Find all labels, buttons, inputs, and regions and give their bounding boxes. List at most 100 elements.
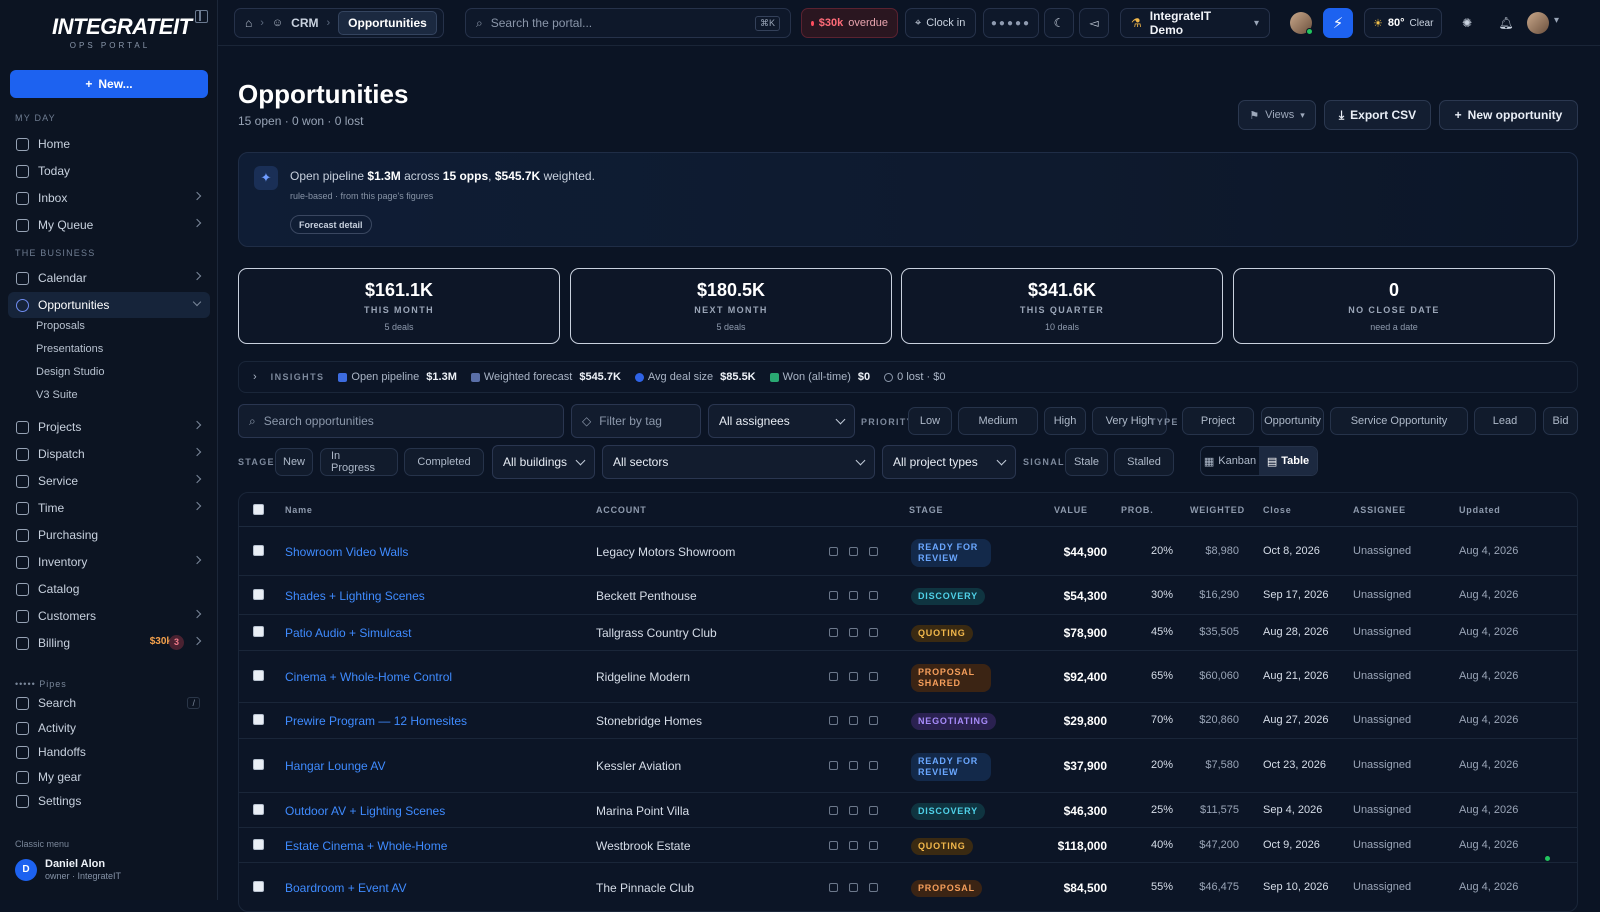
phone-icon[interactable]	[829, 547, 838, 556]
sidebar-item-catalog[interactable]: Catalog	[8, 576, 210, 602]
signal-chip-stalled[interactable]: Stalled	[1114, 448, 1174, 476]
type-chip-opportunity[interactable]: Opportunity	[1261, 407, 1324, 435]
person-icon[interactable]	[869, 761, 878, 770]
phone-icon[interactable]	[829, 883, 838, 892]
breadcrumb-current[interactable]: Opportunities	[338, 11, 437, 35]
account-name[interactable]: Westbrook Estate	[596, 839, 691, 853]
portal-search-input[interactable]: Search the portal...	[491, 16, 592, 30]
table-row[interactable]: Showroom Video Walls Legacy Motors Showro…	[239, 527, 1577, 576]
opportunity-name-link[interactable]: Showroom Video Walls	[285, 545, 408, 559]
account-name[interactable]: Tallgrass Country Club	[596, 626, 717, 640]
stage-chip-completed[interactable]: Completed	[404, 448, 484, 476]
status-dots-button[interactable]: ●●●●●	[983, 8, 1039, 38]
weather-widget[interactable]: ☀ 80° Clear	[1364, 8, 1442, 38]
opportunity-name-link[interactable]: Cinema + Whole-Home Control	[285, 670, 452, 684]
opportunity-name-link[interactable]: Shades + Lighting Scenes	[285, 589, 425, 603]
pipes-link[interactable]: ••••• Pipes	[15, 679, 67, 689]
sidebar-item-inbox[interactable]: Inbox	[8, 185, 210, 211]
moon-icon[interactable]: ☾	[1044, 8, 1074, 38]
assignee[interactable]: Unassigned	[1353, 545, 1411, 557]
sidebar-subitem-proposals[interactable]: Proposals	[36, 320, 85, 332]
bolt-icon[interactable]: ⚡	[1323, 8, 1353, 38]
assignee[interactable]: Unassigned	[1353, 759, 1411, 771]
insights-bar[interactable]: › INSIGHTS Open pipeline $1.3M Weighted f…	[238, 361, 1578, 393]
buildings-select[interactable]: All buildings	[492, 445, 595, 479]
new-button[interactable]: + New...	[10, 70, 208, 98]
select-all-checkbox[interactable]	[253, 504, 264, 515]
sidebar-item-home[interactable]: Home	[8, 131, 210, 157]
person-icon[interactable]	[869, 806, 878, 815]
mail-icon[interactable]	[849, 761, 858, 770]
account-name[interactable]: Beckett Penthouse	[596, 589, 697, 603]
sidebar-item-customers[interactable]: Customers	[8, 603, 210, 629]
team-avatar[interactable]	[1290, 12, 1313, 35]
account-name[interactable]: Legacy Motors Showroom	[596, 545, 735, 559]
mail-icon[interactable]	[849, 806, 858, 815]
assignee[interactable]: Unassigned	[1353, 804, 1411, 816]
bell-icon[interactable]: 🔔︎	[1491, 8, 1521, 38]
mail-icon[interactable]	[849, 547, 858, 556]
opportunity-name-link[interactable]: Estate Cinema + Whole-Home	[285, 839, 447, 853]
table-row[interactable]: Hangar Lounge AV Kessler Aviation READY FO…	[239, 739, 1577, 793]
assignee[interactable]: Unassigned	[1353, 714, 1411, 726]
sidebar-item-time[interactable]: Time	[8, 495, 210, 521]
mail-icon[interactable]	[849, 672, 858, 681]
table-row[interactable]: Estate Cinema + Whole-Home Westbrook Esta…	[239, 828, 1577, 863]
table-row[interactable]: Prewire Program — 12 Homesites Stonebridg…	[239, 703, 1577, 739]
sidebar-item-inventory[interactable]: Inventory	[8, 549, 210, 575]
classic-menu-link[interactable]: Classic menu	[15, 839, 69, 849]
assignee[interactable]: Unassigned	[1353, 589, 1411, 601]
user-menu-avatar[interactable]	[1527, 12, 1549, 34]
row-checkbox[interactable]	[253, 759, 264, 770]
sectors-select[interactable]: All sectors	[602, 445, 875, 479]
home-icon[interactable]: ⌂	[245, 16, 252, 30]
stage-chip-in-progress[interactable]: In Progress	[320, 448, 398, 476]
row-checkbox[interactable]	[253, 804, 264, 815]
signal-chip-stale[interactable]: Stale	[1065, 448, 1108, 476]
stage-chip-new[interactable]: New	[275, 448, 313, 476]
phone-icon[interactable]	[829, 716, 838, 725]
type-chip-project[interactable]: Project	[1182, 407, 1254, 435]
mail-icon[interactable]	[849, 628, 858, 637]
account-name[interactable]: The Pinnacle Club	[596, 881, 694, 895]
priority-chip-high[interactable]: High	[1044, 407, 1086, 435]
account-name[interactable]: Stonebridge Homes	[596, 714, 702, 728]
table-row[interactable]: Shades + Lighting Scenes Beckett Penthous…	[239, 576, 1577, 615]
assignee[interactable]: Unassigned	[1353, 839, 1411, 851]
opportunity-search-input[interactable]: Search opportunities	[264, 414, 374, 428]
person-icon[interactable]	[869, 591, 878, 600]
person-icon[interactable]	[869, 547, 878, 556]
integrateit-logo[interactable]: INTEGRATEIT OPS PORTAL	[52, 14, 192, 54]
sidebar-subitem-design-studio[interactable]: Design Studio	[36, 366, 105, 378]
phone-icon[interactable]	[829, 761, 838, 770]
table-row[interactable]: Boardroom + Event AV The Pinnacle Club PRO…	[239, 863, 1577, 911]
opportunity-name-link[interactable]: Boardroom + Event AV	[285, 881, 407, 895]
sidebar-subitem-v3-suite[interactable]: V3 Suite	[36, 389, 78, 401]
phone-icon[interactable]	[829, 806, 838, 815]
row-checkbox[interactable]	[253, 545, 264, 556]
tag-filter[interactable]: ◇ Filter by tag	[571, 404, 701, 438]
user-profile[interactable]: D Daniel Alon owner · IntegrateIT	[15, 858, 121, 881]
assignee[interactable]: Unassigned	[1353, 670, 1411, 682]
kpi-card-this-quarter[interactable]: $341.6K THIS QUARTER 10 deals	[901, 268, 1223, 344]
sidebar-subitem-presentations[interactable]: Presentations	[36, 343, 103, 355]
opportunity-name-link[interactable]: Hangar Lounge AV	[285, 759, 386, 773]
breadcrumb-crm[interactable]: CRM	[291, 16, 318, 30]
row-checkbox[interactable]	[253, 589, 264, 600]
overdue-badge[interactable]: $30k overdue	[801, 8, 898, 38]
priority-chip-low[interactable]: Low	[908, 407, 952, 435]
table-row[interactable]: Patio Audio + Simulcast Tallgrass Country…	[239, 615, 1577, 651]
sidebar-item-opportunities[interactable]: Opportunities	[8, 292, 210, 318]
kpi-card-this-month[interactable]: $161.1K THIS MONTH 5 deals	[238, 268, 560, 344]
mail-icon[interactable]	[849, 716, 858, 725]
kpi-card-no-close-date[interactable]: 0 NO CLOSE DATE need a date	[1233, 268, 1555, 344]
account-name[interactable]: Kessler Aviation	[596, 759, 681, 773]
project-types-select[interactable]: All project types	[882, 445, 1016, 479]
sidebar-item-calendar[interactable]: Calendar	[8, 265, 210, 291]
brightness-icon[interactable]: ✺	[1452, 8, 1482, 38]
kpi-card-next-month[interactable]: $180.5K NEXT MONTH 5 deals	[570, 268, 892, 344]
opportunity-name-link[interactable]: Prewire Program — 12 Homesites	[285, 714, 467, 728]
account-name[interactable]: Marina Point Villa	[596, 804, 689, 818]
phone-icon[interactable]	[829, 591, 838, 600]
sidebar-item-handoffs[interactable]: Handoffs	[8, 740, 210, 764]
